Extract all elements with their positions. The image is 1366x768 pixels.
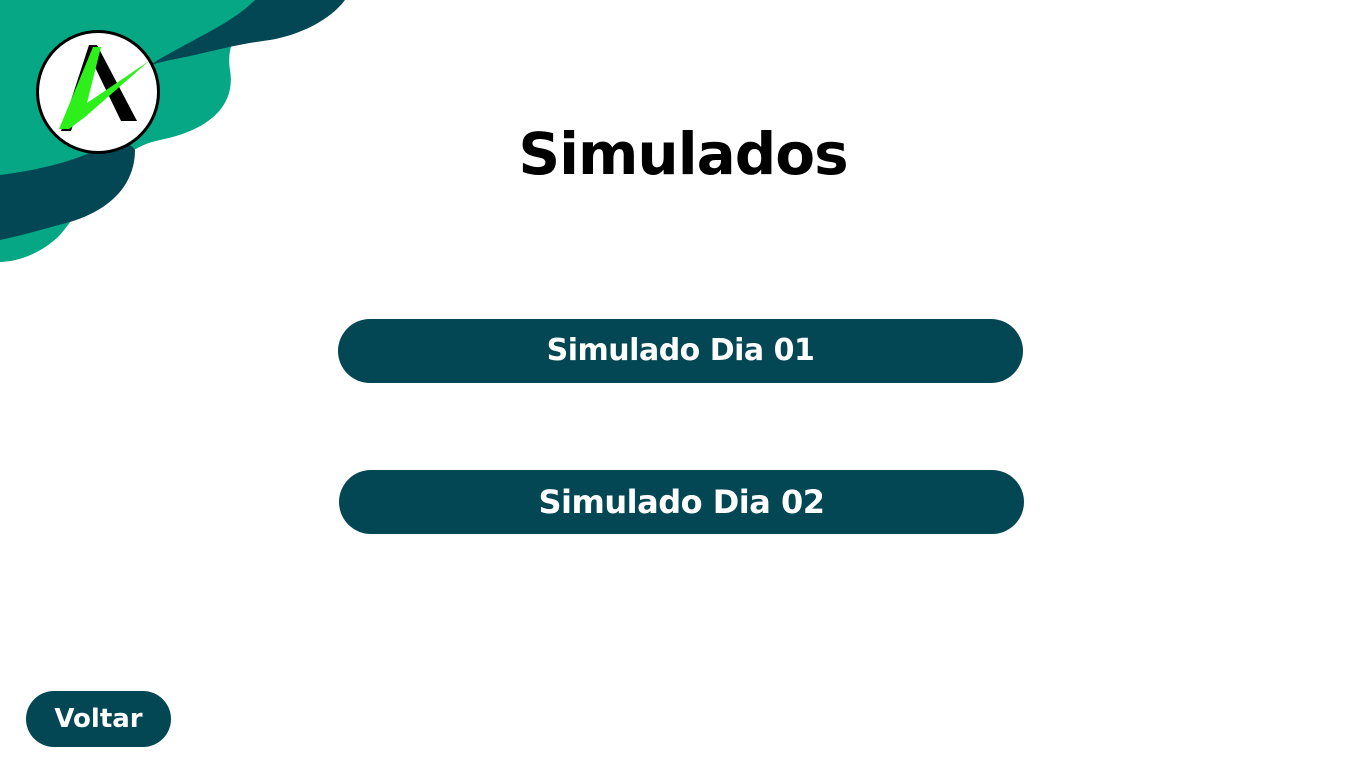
page-title: Simulados — [518, 120, 848, 188]
page: Simulados Simulado Dia 01 Simulado Dia 0… — [0, 0, 1366, 768]
simulado-dia-01-button[interactable]: Simulado Dia 01 — [338, 319, 1023, 383]
simulado-dia-02-button[interactable]: Simulado Dia 02 — [339, 470, 1024, 534]
back-button[interactable]: Voltar — [26, 691, 171, 747]
